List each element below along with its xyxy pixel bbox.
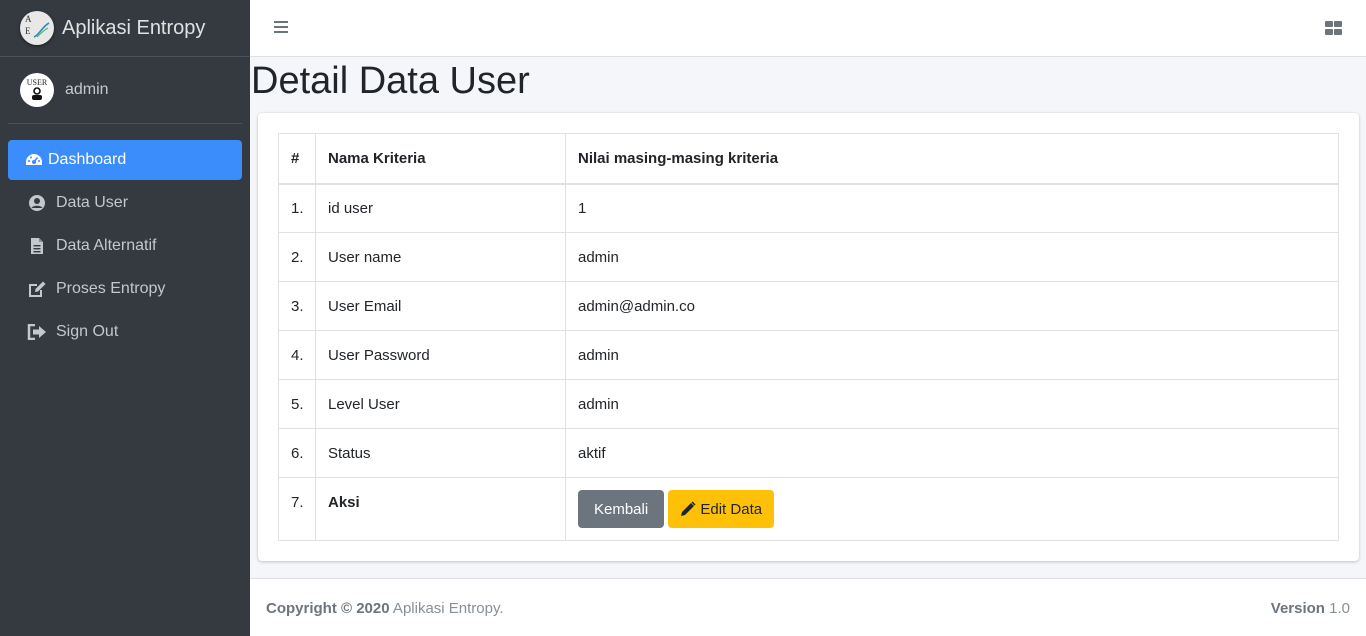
column-header-value: Nilai masing-masing kriteria [565, 133, 1339, 185]
row-number: 2. [278, 232, 316, 282]
table-row: 3. User Email admin@admin.co [278, 281, 1339, 331]
edit-data-button[interactable]: Edit Data [668, 490, 775, 528]
sidebar-nav: Dashboard Data User Data Alternatif Pros… [0, 124, 250, 352]
file-icon [26, 236, 48, 256]
sidebar-item-data-alternatif[interactable]: Data Alternatif [8, 226, 242, 266]
row-criteria: Status [315, 428, 566, 478]
row-criteria: Aksi [315, 477, 566, 541]
row-value: aktif [565, 428, 1339, 478]
user-name: admin [65, 81, 109, 98]
table-row: 2. User name admin [278, 232, 1339, 282]
app-logo-icon: A E [20, 11, 54, 45]
sidebar-item-proses-entropy[interactable]: Proses Entropy [8, 269, 242, 309]
version-label: Version [1270, 600, 1325, 617]
actions-label: Aksi [328, 494, 360, 511]
user-panel[interactable]: USER admin [8, 57, 242, 124]
version-value: 1.0 [1329, 600, 1350, 617]
sidebar-item-label: Proses Entropy [56, 280, 166, 297]
copyright-text: Aplikasi Entropy. [389, 600, 504, 617]
sidebar: A E Aplikasi Entropy USER admin Dashboar… [0, 0, 250, 636]
row-criteria: User name [315, 232, 566, 282]
table-row-actions: 7. Aksi Kembali Edit Data [278, 477, 1339, 541]
sidebar-item-dashboard[interactable]: Dashboard [8, 140, 242, 180]
row-value: admin [565, 379, 1339, 429]
hamburger-menu-icon[interactable] [274, 21, 288, 34]
grid-icon[interactable] [1325, 21, 1342, 35]
row-number: 3. [278, 281, 316, 331]
detail-card: # Nama Kriteria Nilai masing-masing krit… [258, 113, 1359, 561]
footer: Copyright © 2020 Aplikasi Entropy. Versi… [250, 578, 1366, 636]
brand-link[interactable]: A E Aplikasi Entropy [0, 0, 250, 57]
row-value: admin [565, 232, 1339, 282]
brand-text: Aplikasi Entropy [62, 16, 206, 39]
user-detail-table: # Nama Kriteria Nilai masing-masing krit… [278, 133, 1339, 541]
footer-version: Version 1.0 [1271, 600, 1350, 617]
avatar: USER [20, 73, 54, 107]
sidebar-item-data-user[interactable]: Data User [8, 183, 242, 223]
row-criteria: User Email [315, 281, 566, 331]
column-header-number: # [278, 133, 316, 185]
sidebar-item-sign-out[interactable]: Sign Out [8, 312, 242, 352]
table-row: 5. Level User admin [278, 379, 1339, 429]
row-criteria: id user [315, 183, 566, 233]
table-row: 1. id user 1 [278, 183, 1339, 233]
row-number: 4. [278, 330, 316, 380]
sidebar-item-label: Sign Out [56, 323, 119, 340]
table-row: 4. User Password admin [278, 330, 1339, 380]
sign-out-icon [26, 322, 48, 342]
row-value: 1 [565, 183, 1339, 233]
sidebar-item-label: Data Alternatif [56, 237, 157, 254]
sidebar-item-label: Data User [56, 194, 129, 211]
pencil-icon [680, 501, 696, 517]
row-number: 6. [278, 428, 316, 478]
row-number: 7. [278, 477, 316, 541]
row-value: admin@admin.co [565, 281, 1339, 331]
table-header-row: # Nama Kriteria Nilai masing-masing krit… [278, 133, 1339, 185]
row-value: admin [565, 330, 1339, 380]
tachometer-icon [23, 150, 45, 170]
sidebar-item-label: Dashboard [48, 151, 127, 168]
user-circle-icon [26, 193, 48, 213]
footer-copyright: Copyright © 2020 Aplikasi Entropy. [266, 600, 504, 617]
edit-data-label: Edit Data [700, 500, 763, 518]
row-number: 5. [278, 379, 316, 429]
row-number: 1. [278, 183, 316, 233]
page-title: Detail Data User [251, 60, 530, 102]
edit-icon [26, 279, 48, 299]
row-actions: Kembali Edit Data [565, 477, 1339, 541]
copyright-bold: Copyright © 2020 [266, 600, 390, 617]
table-row: 6. Status aktif [278, 428, 1339, 478]
row-criteria: User Password [315, 330, 566, 380]
column-header-criteria: Nama Kriteria [315, 133, 566, 185]
row-criteria: Level User [315, 379, 566, 429]
back-button[interactable]: Kembali [578, 490, 665, 528]
top-navbar [250, 0, 1366, 57]
